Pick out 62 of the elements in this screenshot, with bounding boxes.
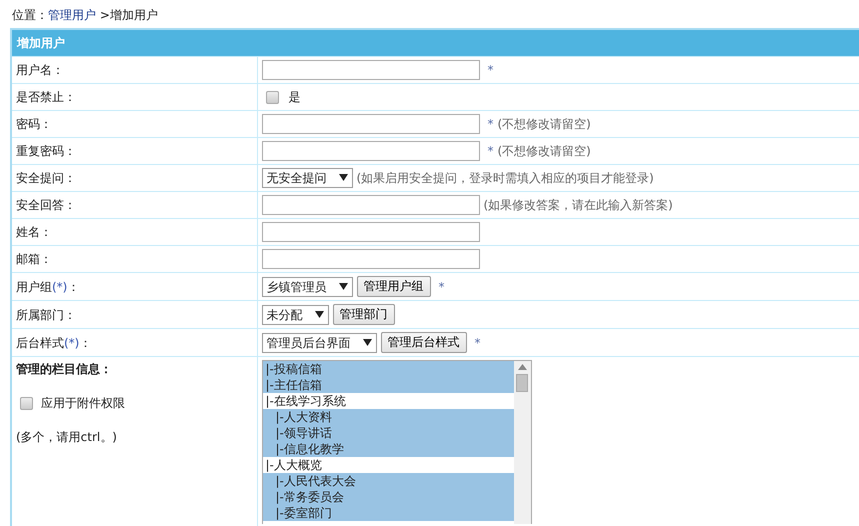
field-hint: (如果启用安全提问，登录时需填入相应的项目才能登录) [356,170,654,187]
text-input[interactable] [262,249,480,269]
scroll-up-icon[interactable] [518,364,526,370]
list-option[interactable]: |-委室部门 [262,505,514,521]
scrollbar-thumb[interactable] [516,374,528,392]
caret-icon [314,310,324,318]
checkbox[interactable] [20,396,33,410]
text-input[interactable] [262,222,480,242]
scrollbar[interactable] [514,361,530,524]
field-hint: (不想修改请留空) [498,116,591,133]
list-option[interactable]: |-常务委员会 [262,489,514,505]
breadcrumb-label: 位置： [12,8,48,22]
breadcrumb-current: 增加用户 [110,8,158,22]
required-mark: * [488,116,494,133]
usage-note: (多个，请用ctrl。) [16,429,118,446]
field-label: 安全回答： [16,198,76,212]
section-title: 管理的栏目信息： [16,361,113,378]
list-option[interactable]: |-人大概览 [262,457,514,473]
field-label: 重复密码： [16,144,76,158]
text-input[interactable] [262,114,480,134]
list-option[interactable]: |-人民代表大会 [262,473,514,489]
dropdown[interactable]: 管理员后台界面 [262,332,376,352]
field-label: 用户组(*)： [16,280,80,294]
column-listbox[interactable]: |-投稿信箱 |-主任信箱 |-在线学习系统 |-人大资料 |-领导讲话 |-信息化教学 |-人大概览 |-人民代表大会 |-常务委员会 |-委室部门 [262,360,532,524]
breadcrumb-link[interactable]: 管理用户 [48,8,96,22]
field-label: 密码： [16,117,52,131]
field-label: 用户名： [16,63,64,77]
required-mark: * [488,143,494,160]
checkbox-label: 应用于附件权限 [41,395,125,412]
required-mark: * [474,334,480,352]
breadcrumb-separator: > [100,8,110,22]
field-label: 姓名： [16,225,52,239]
dropdown[interactable]: 乡镇管理员 [262,276,352,296]
list-option[interactable]: |-人大资料 [262,409,514,425]
list-option[interactable]: |-主任信箱 [262,377,514,393]
list-option[interactable]: |-投稿信箱 [262,361,514,377]
checkbox-label: 是 [288,89,300,106]
text-input[interactable] [262,141,480,161]
field-hint: (不想修改请留空) [498,143,591,160]
field-label: 后台样式(*)： [16,336,92,350]
list-option[interactable]: |-信息化教学 [262,441,514,457]
caret-icon [362,338,372,346]
text-input[interactable] [262,195,480,215]
form-title: 增加用户 [11,29,859,56]
manage-button[interactable]: 管理部门 [332,304,394,325]
checkbox[interactable] [266,90,278,104]
field-label: 邮箱： [16,252,52,266]
manage-button[interactable]: 管理用户组 [356,276,430,297]
manage-button[interactable]: 管理后台样式 [380,332,466,353]
text-input[interactable] [262,60,480,80]
list-option[interactable]: |-领导讲话 [262,425,514,441]
caret-icon [338,282,348,290]
field-hint: (如果修改答案，请在此输入新答案) [484,197,673,214]
caret-icon [338,174,348,182]
field-label: 是否禁止： [16,90,76,104]
dropdown[interactable]: 未分配 [262,304,328,324]
field-label: 安全提问： [16,171,76,185]
field-label: 所属部门： [16,308,76,322]
required-mark: * [488,62,494,79]
required-mark: * [438,278,444,296]
list-option[interactable]: |-在线学习系统 [262,393,514,409]
dropdown[interactable]: 无安全提问 [262,168,352,188]
